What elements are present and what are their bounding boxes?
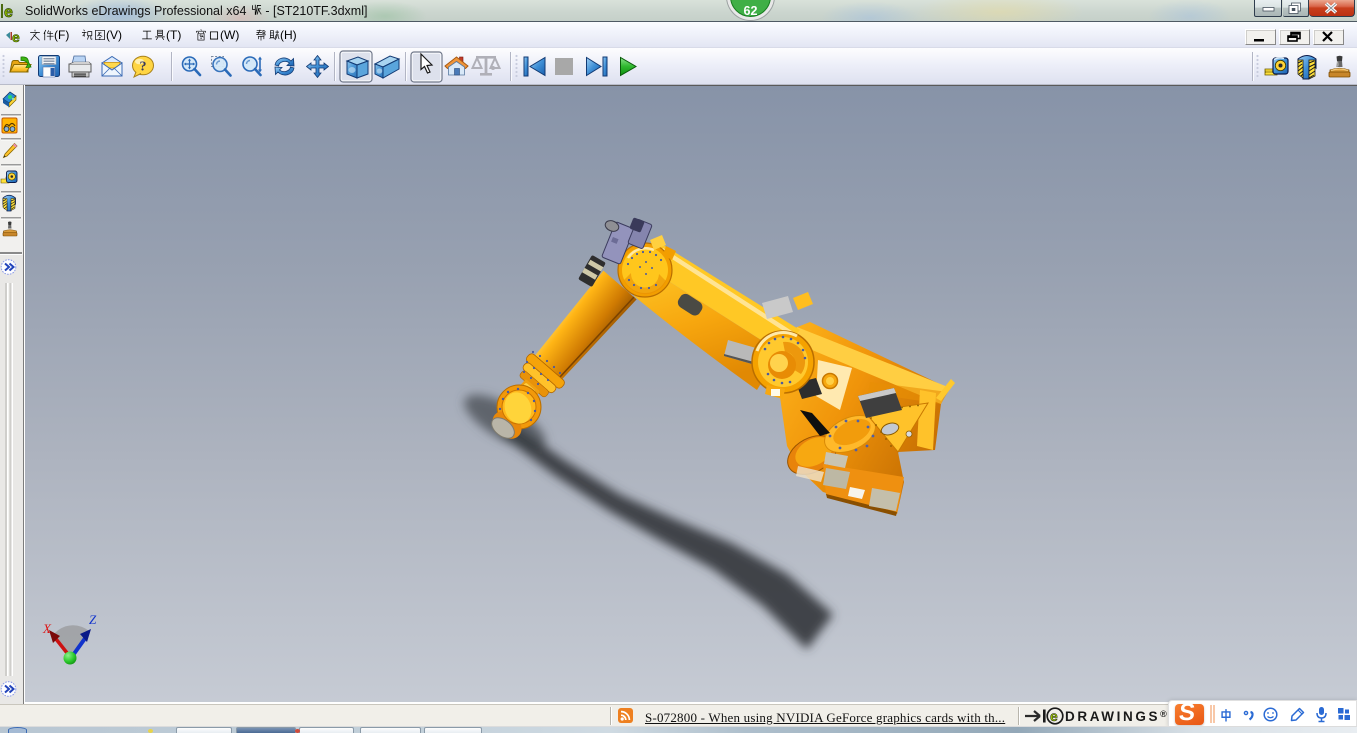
svg-text:Z: Z — [89, 612, 97, 627]
svg-text:e: e — [12, 30, 20, 44]
svg-text:e: e — [4, 4, 13, 19]
svg-text:X: X — [42, 621, 52, 636]
svg-text:?: ? — [140, 60, 147, 75]
svg-text:e: e — [1050, 708, 1058, 724]
